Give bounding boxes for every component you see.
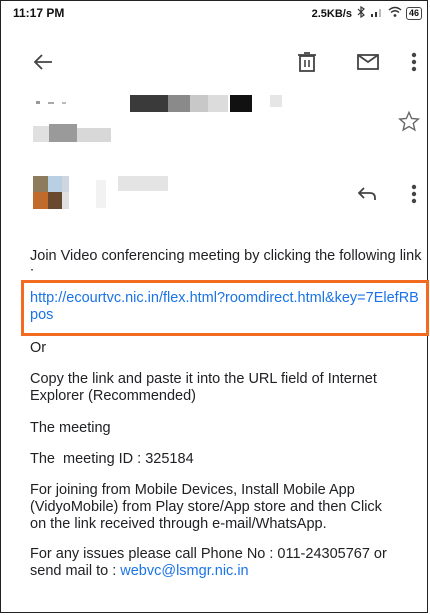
wifi-icon — [388, 6, 402, 21]
reply-button[interactable] — [352, 180, 382, 208]
bluetooth-icon — [356, 5, 366, 21]
message-intro: Join Video conferencing meeting by click… — [30, 248, 422, 274]
sender-more-button[interactable] — [403, 180, 425, 208]
reply-icon — [357, 187, 376, 200]
avatar[interactable] — [33, 176, 73, 209]
mark-unread-button[interactable] — [352, 47, 384, 77]
support-email-link[interactable]: webvc@lsmgr.nic.in — [120, 563, 248, 579]
battery-indicator: 46 — [405, 7, 422, 20]
signal-icon — [370, 6, 384, 21]
more-options-button[interactable] — [403, 47, 425, 77]
status-bar: 11:17 PM 2.5KB/s 46 — [0, 0, 430, 28]
or-text: Or — [30, 340, 47, 356]
back-button[interactable] — [28, 47, 58, 77]
trash-icon — [298, 52, 316, 72]
mobile-instructions: For joining from Mobile Devices, Install… — [30, 482, 382, 532]
arrow-left-icon — [33, 54, 52, 70]
envelope-icon — [357, 54, 379, 70]
support-text: For any issues please call Phone No : 01… — [30, 546, 390, 580]
more-vertical-icon — [411, 52, 417, 72]
copy-instructions: Copy the link and paste it into the URL … — [30, 371, 377, 404]
more-vertical-icon — [411, 184, 417, 204]
delete-button[interactable] — [292, 47, 322, 77]
status-indicators: 2.5KB/s 46 — [311, 5, 422, 21]
star-button[interactable] — [396, 108, 422, 134]
meeting-link[interactable]: http://ecourtvc.nic.in/flex.html?roomdir… — [30, 290, 422, 324]
status-time: 11:17 PM — [13, 6, 65, 20]
meeting-heading: The meeting — [30, 420, 111, 436]
meeting-id: The meeting ID : 325184 — [30, 451, 194, 467]
star-outline-icon — [398, 110, 420, 131]
network-speed: 2.5KB/s — [311, 7, 352, 20]
